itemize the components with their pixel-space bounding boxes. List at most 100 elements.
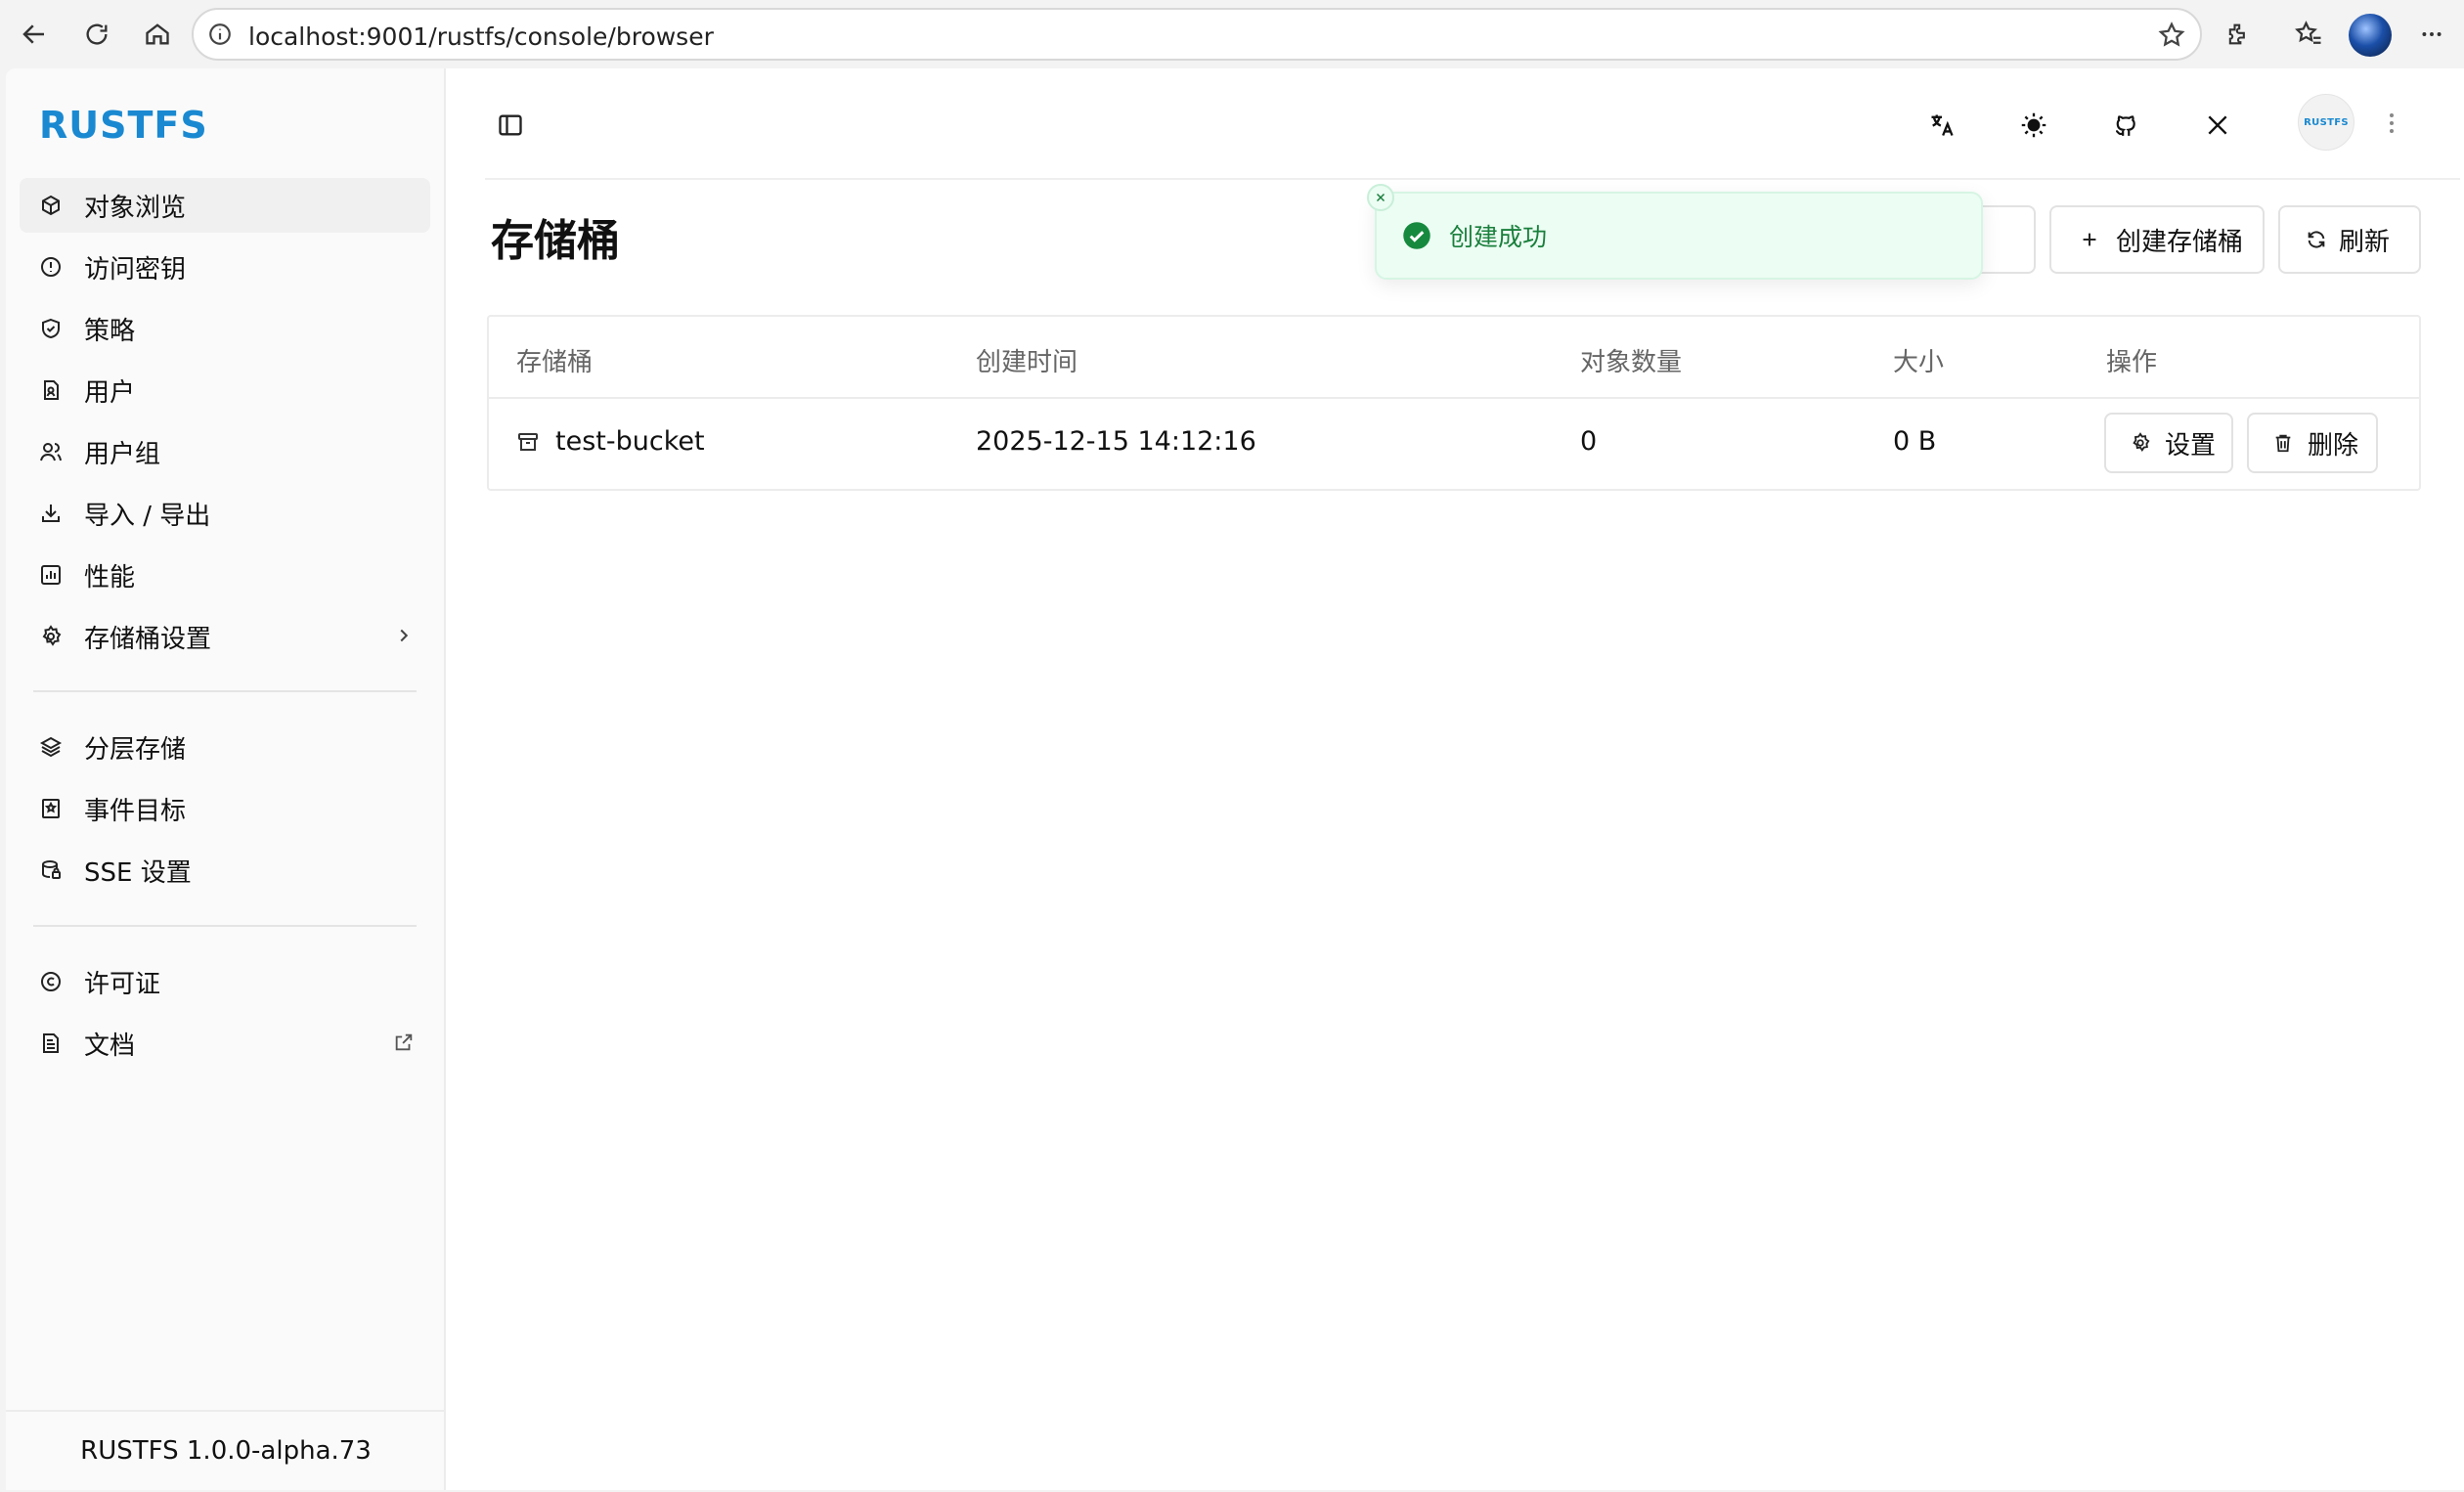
github-icon[interactable]: [2106, 106, 2145, 145]
refresh-icon: [2306, 229, 2327, 250]
sidebar-item-tiering[interactable]: 分层存储: [20, 720, 430, 774]
version-footer: RUSTFS 1.0.0-alpha.73: [6, 1410, 446, 1490]
sidebar-item-event-targets[interactable]: 事件目标: [20, 781, 430, 836]
url-text[interactable]: localhost:9001/rustfs/console/browser: [248, 22, 714, 51]
more-vertical-icon[interactable]: [2382, 108, 2401, 139]
bucket-cell[interactable]: test-bucket: [516, 426, 705, 457]
sidebar-item-label: SSE 设置: [84, 857, 192, 888]
header-divider: [485, 178, 2460, 180]
sidebar-item-bucket-settings[interactable]: 存储桶设置: [20, 609, 430, 664]
sidebar-item-label: 策略: [84, 316, 136, 346]
sidebar-toggle-icon[interactable]: [493, 108, 528, 143]
download-icon: [39, 502, 63, 525]
sidebar-item-label: 对象浏览: [84, 193, 187, 223]
sidebar-item-performance[interactable]: 性能: [20, 548, 430, 602]
sidebar-item-label: 访问密钥: [84, 254, 187, 285]
create-bucket-button[interactable]: 创建存储桶: [2049, 205, 2265, 274]
object-count: 0: [1580, 426, 1598, 457]
bookmark-icon: [39, 797, 63, 820]
chart-icon: [39, 563, 63, 587]
browser-profile-avatar[interactable]: [2349, 14, 2392, 57]
table-row[interactable]: test-bucket 2025-12-15 14:12:16 0 0 B 设置…: [489, 399, 2419, 491]
sidebar-item-label: 导入 / 导出: [84, 501, 211, 531]
cube-icon: [39, 194, 63, 217]
toast-close-icon[interactable]: [1367, 184, 1394, 211]
key-icon: [39, 255, 63, 279]
check-circle-icon: [1402, 221, 1431, 250]
sidebar-item-users[interactable]: 用户: [20, 363, 430, 417]
browser-toolbar: localhost:9001/rustfs/console/browser: [0, 0, 2464, 68]
success-toast: 创建成功: [1367, 184, 1983, 280]
user-avatar[interactable]: RUSTFS: [2298, 94, 2354, 151]
sidebar-item-label: 分层存储: [84, 734, 187, 765]
sidebar-item-label: 文档: [84, 1031, 136, 1061]
plus-icon: [2079, 229, 2100, 250]
x-icon[interactable]: [2198, 106, 2237, 145]
toast-message: 创建成功: [1449, 223, 1548, 251]
bucket-settings-button[interactable]: 设置: [2104, 413, 2233, 473]
bucket-size: 0 B: [1893, 426, 1937, 457]
sidebar-item-label: 许可证: [84, 969, 161, 999]
column-header-bucket[interactable]: 存储桶: [516, 342, 593, 378]
sidebar-item-label: 性能: [84, 562, 136, 592]
sidebar-item-groups[interactable]: 用户组: [20, 424, 430, 479]
docs-icon: [39, 1031, 63, 1055]
main-content: RUSTFS 存储桶 创建存储桶 刷新 存储桶: [446, 68, 2464, 1490]
home-icon[interactable]: [137, 14, 178, 55]
column-header-created[interactable]: 创建时间: [976, 342, 1078, 378]
archive-icon: [516, 430, 540, 454]
created-time: 2025-12-15 14:12:16: [976, 426, 1256, 457]
bucket-delete-button[interactable]: 删除: [2247, 413, 2378, 473]
external-link-icon: [393, 1031, 415, 1053]
settings-label: 设置: [2165, 430, 2217, 461]
sidebar-item-import-export[interactable]: 导入 / 导出: [20, 486, 430, 541]
favorites-icon[interactable]: [2288, 14, 2329, 55]
sidebar-item-sse[interactable]: SSE 设置: [20, 843, 430, 898]
app-window: RUSTFS 对象浏览 访问密钥 策略 用户 用户组 导入 / 导出 性能 存储…: [6, 68, 2464, 1490]
user-file-icon: [39, 378, 63, 402]
refresh-button[interactable]: 刷新: [2278, 205, 2421, 274]
gear-icon: [2130, 432, 2151, 454]
trash-icon: [2272, 432, 2294, 454]
delete-label: 删除: [2308, 430, 2359, 461]
sidebar-item-docs[interactable]: 文档: [20, 1016, 430, 1071]
sidebar-divider: [33, 925, 417, 927]
shield-icon: [39, 317, 63, 340]
layers-icon: [39, 735, 63, 759]
database-icon: [39, 858, 63, 882]
sidebar-divider: [33, 690, 417, 692]
sidebar-item-label: 存储桶设置: [84, 624, 212, 654]
sidebar: RUSTFS 对象浏览 访问密钥 策略 用户 用户组 导入 / 导出 性能 存储…: [6, 68, 446, 1490]
users-icon: [39, 440, 63, 463]
reload-icon[interactable]: [76, 14, 117, 55]
bucket-name[interactable]: test-bucket: [555, 426, 705, 457]
site-info-icon[interactable]: [207, 22, 233, 47]
chevron-right-icon: [393, 625, 415, 646]
back-icon[interactable]: [14, 14, 55, 55]
page-title: 存储桶: [491, 216, 620, 266]
extensions-icon[interactable]: [2218, 14, 2259, 55]
column-header-size[interactable]: 大小: [1893, 342, 1944, 378]
sidebar-item-access-keys[interactable]: 访问密钥: [20, 240, 430, 294]
version-text: RUSTFS 1.0.0-alpha.73: [80, 1436, 372, 1466]
favorite-star-icon[interactable]: [2157, 21, 2186, 50]
sidebar-item-license[interactable]: 许可证: [20, 954, 430, 1009]
column-header-actions: 操作: [2106, 348, 2158, 377]
rustfs-logo[interactable]: RUSTFS: [39, 104, 208, 147]
table-header: 存储桶 创建时间 对象数量 大小 操作: [489, 317, 2419, 399]
address-bar[interactable]: localhost:9001/rustfs/console/browser: [192, 8, 2202, 61]
translate-icon[interactable]: [1922, 106, 1961, 145]
sidebar-item-label: 事件目标: [84, 796, 187, 826]
refresh-label: 刷新: [2339, 227, 2391, 257]
sun-icon[interactable]: [2014, 106, 2053, 145]
sidebar-item-policies[interactable]: 策略: [20, 301, 430, 356]
gear-icon: [39, 625, 63, 648]
column-header-objects[interactable]: 对象数量: [1580, 342, 1682, 378]
buckets-table: 存储桶 创建时间 对象数量 大小 操作 test-bucket 2025-12-…: [487, 315, 2421, 491]
sidebar-item-object-browser[interactable]: 对象浏览: [20, 178, 430, 233]
browser-menu-icon[interactable]: [2411, 14, 2452, 55]
copyright-icon: [39, 970, 63, 993]
sidebar-item-label: 用户: [84, 377, 136, 408]
sidebar-item-label: 用户组: [84, 439, 161, 469]
create-bucket-label: 创建存储桶: [2116, 227, 2244, 257]
